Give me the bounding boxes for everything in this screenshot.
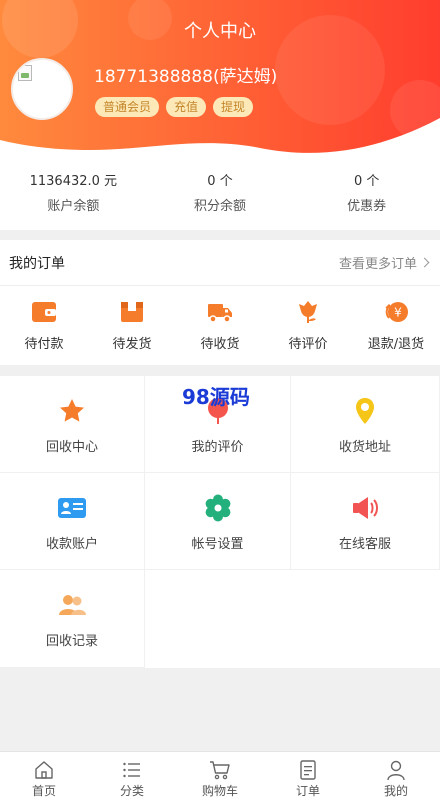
wallet-icon — [32, 302, 56, 322]
view-more-label: 查看更多订单 — [338, 257, 417, 272]
chevron-right-icon — [419, 257, 430, 268]
tab-label: 我的 — [383, 784, 408, 798]
order-refund-return[interactable]: ¥ 退款/退货 — [352, 299, 440, 352]
services-grid: 回收中心 我的评价 收货地址 收款账户 帐号设置 在线客服 回收记录 — [0, 376, 440, 668]
home-icon — [35, 761, 53, 779]
my-orders-section: 我的订单 查看更多订单 待付款 待发货 待收货 待评价 ¥ 退款/退货 — [0, 240, 440, 365]
member-level-badge[interactable]: 普通会员 — [95, 97, 160, 117]
order-item-label: 待付款 — [24, 337, 64, 352]
tab-cart[interactable]: 购物车 — [176, 752, 264, 802]
order-item-label: 待评价 — [288, 337, 328, 352]
avatar[interactable] — [11, 58, 73, 120]
tab-label: 购物车 — [201, 784, 238, 798]
service-shipping-address[interactable]: 收货地址 — [291, 376, 440, 473]
service-label: 收货地址 — [338, 440, 391, 455]
service-online-support[interactable]: 在线客服 — [291, 473, 440, 570]
tab-label: 分类 — [119, 784, 144, 798]
recharge-button[interactable]: 充值 — [166, 97, 207, 117]
service-label: 帐号设置 — [191, 537, 244, 552]
empty-cell — [291, 570, 440, 668]
service-recycle-center[interactable]: 回收中心 — [0, 376, 145, 473]
page-title: 个人中心 — [184, 21, 256, 42]
service-recycle-records[interactable]: 回收记录 — [0, 570, 145, 668]
flower-icon — [299, 301, 317, 323]
member-badges: 普通会员 充值 提现 — [95, 97, 254, 117]
stat-value: 0 个 — [207, 174, 233, 189]
order-pending-receipt[interactable]: 待收货 — [176, 299, 264, 352]
account-stats: 1136432.0 元 账户余额 0 个 积分余额 0 个 优惠券 — [0, 165, 440, 230]
list-icon — [123, 762, 140, 778]
tab-orders[interactable]: 订单 — [264, 752, 352, 802]
service-label: 在线客服 — [338, 537, 391, 552]
stat-value: 1136432.0 元 — [29, 174, 118, 189]
stat-balance[interactable]: 1136432.0 元 账户余额 — [0, 165, 147, 230]
users-icon — [59, 595, 86, 615]
order-pending-shipment[interactable]: 待发货 — [88, 299, 176, 352]
tab-label: 订单 — [295, 784, 320, 798]
service-label: 收款账户 — [45, 537, 98, 552]
tab-label: 首页 — [31, 784, 56, 798]
tab-categories[interactable]: 分类 — [88, 752, 176, 802]
svg-text:¥: ¥ — [394, 306, 402, 320]
package-icon — [121, 302, 143, 322]
stat-label: 账户余额 — [47, 199, 100, 214]
truck-icon — [208, 304, 232, 323]
service-label: 我的评价 — [191, 440, 244, 455]
stat-label: 积分余额 — [194, 199, 247, 214]
gear-icon — [205, 494, 230, 522]
service-label: 回收记录 — [45, 634, 98, 649]
watermark-text: 98源码 — [182, 385, 250, 409]
empty-cell — [145, 570, 291, 668]
service-account-settings[interactable]: 帐号设置 — [145, 473, 291, 570]
profile-header: 个人中心 18771388888(萨达姆) 普通会员 充值 提现 — [0, 0, 440, 165]
stat-value: 0 个 — [353, 174, 380, 189]
tab-mine[interactable]: 我的 — [352, 752, 440, 802]
orders-title: 我的订单 — [9, 255, 65, 272]
order-pending-review[interactable]: 待评价 — [264, 299, 352, 352]
service-payee-account[interactable]: 收款账户 — [0, 473, 145, 570]
user-icon — [387, 760, 405, 781]
username: 18771388888(萨达姆) — [94, 67, 278, 87]
order-pending-payment[interactable]: 待付款 — [0, 299, 88, 352]
stat-coupons[interactable]: 0 个 优惠券 — [293, 165, 440, 230]
order-item-label: 待收货 — [200, 337, 240, 352]
orders-header: 我的订单 查看更多订单 — [0, 240, 440, 286]
tab-home[interactable]: 首页 — [0, 752, 88, 802]
order-doc-icon — [300, 760, 316, 780]
speaker-icon — [353, 497, 378, 519]
stat-points[interactable]: 0 个 积分余额 — [147, 165, 294, 230]
view-more-orders-link[interactable]: 查看更多订单 — [338, 253, 430, 272]
stat-label: 优惠券 — [347, 199, 387, 214]
refund-icon: ¥ — [385, 302, 408, 322]
bottom-tab-bar: 首页 分类 购物车 订单 我的 — [0, 751, 440, 802]
order-status-row: 待付款 待发货 待收货 待评价 ¥ 退款/退货 — [0, 286, 440, 352]
star-icon — [60, 399, 84, 422]
service-label: 回收中心 — [45, 440, 98, 455]
order-item-label: 退款/退货 — [367, 337, 425, 352]
cart-icon — [210, 761, 230, 780]
broken-image-icon — [18, 65, 32, 81]
withdraw-button[interactable]: 提现 — [213, 97, 254, 117]
location-pin-icon — [356, 398, 374, 424]
order-item-label: 待发货 — [112, 337, 152, 352]
id-card-icon — [58, 498, 86, 518]
